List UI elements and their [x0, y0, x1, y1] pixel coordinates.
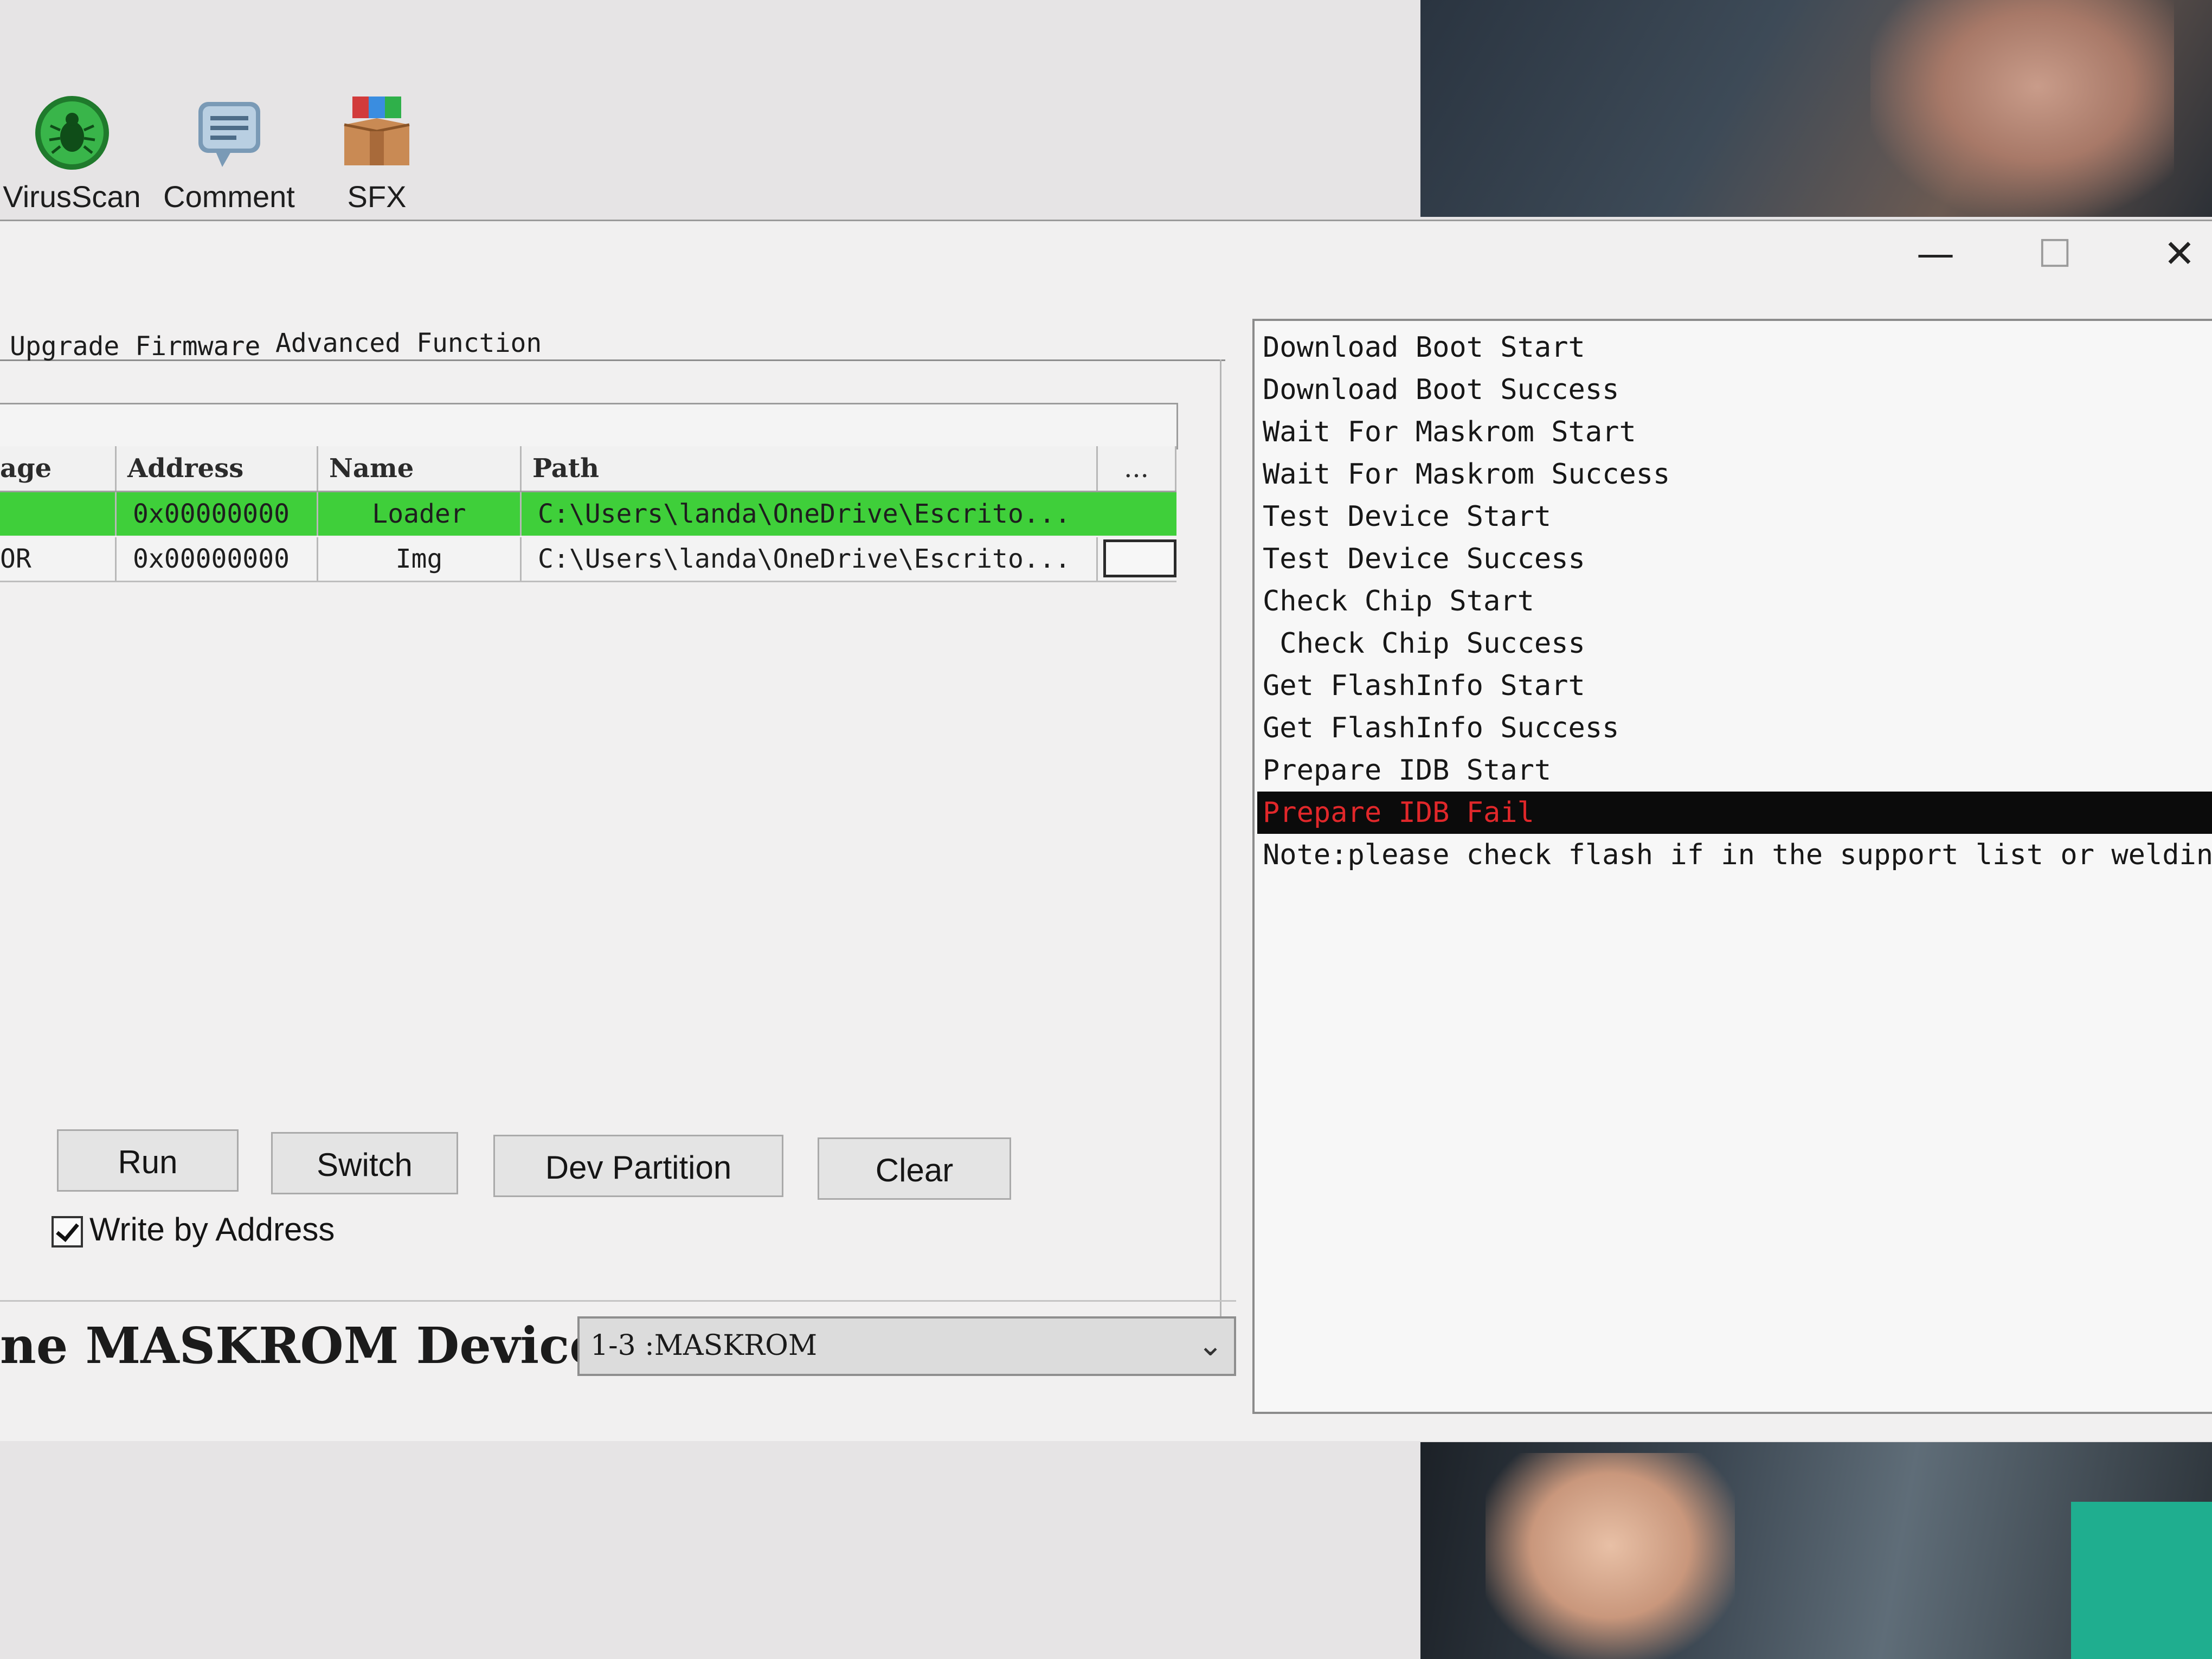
log-line: Download Boot Success — [1263, 374, 1619, 406]
chevron-down-icon[interactable]: ⌄ — [1198, 1319, 1223, 1373]
column-path: Path — [522, 446, 1098, 491]
browse-file-button[interactable] — [1103, 539, 1176, 577]
dev-partition-button[interactable]: Dev Partition — [493, 1135, 783, 1197]
wallpaper-hand — [1870, 0, 2174, 217]
grid-header: age Address Name Path ... — [0, 446, 1176, 492]
cell-name[interactable]: Loader — [318, 492, 522, 536]
cell-storage: OR — [0, 537, 117, 581]
toolbar-label: Comment — [163, 179, 295, 214]
minimize-button[interactable]: — — [1911, 232, 1960, 275]
column-address: Address — [117, 446, 318, 491]
log-line: Get FlashInfo Success — [1263, 712, 1619, 744]
log-line: Check Chip Success — [1263, 627, 1585, 660]
log-line: Check Chip Start — [1263, 585, 1534, 618]
comment-icon — [189, 92, 270, 173]
table-row[interactable]: 0x00000000 Loader C:\Users\landa\OneDriv… — [0, 492, 1176, 536]
toolbar-label: SFX — [347, 179, 407, 214]
wallpaper-teal-panel — [2071, 1502, 2212, 1659]
partition-grid: age Address Name Path ... 0x00000000 Loa… — [0, 403, 1182, 782]
grid-toolbar — [0, 403, 1178, 449]
log-line: Wait For Maskrom Start — [1263, 416, 1636, 448]
switch-button[interactable]: Switch — [271, 1132, 458, 1194]
status-divider — [0, 1300, 1236, 1302]
tab-advanced-function[interactable]: Advanced Function — [275, 328, 542, 358]
log-line: Download Boot Start — [1263, 331, 1585, 364]
log-line-error: Prepare IDB Fail — [1257, 792, 2212, 834]
device-dropdown[interactable]: 1-3 :MASKROM ⌄ — [577, 1316, 1236, 1376]
toolbar-label: VirusScan — [3, 179, 141, 214]
write-by-address-label: Write by Address — [89, 1211, 335, 1248]
tab-strip: Upgrade Firmware Advanced Function — [0, 327, 1225, 362]
run-button[interactable]: Run — [57, 1129, 239, 1192]
window-titlebar: — ☐ ✕ — [0, 221, 2212, 286]
table-row[interactable]: OR 0x00000000 Img C:\Users\landa\OneDriv… — [0, 537, 1176, 582]
device-dropdown-value: 1-3 :MASKROM — [590, 1329, 818, 1362]
cell-name[interactable]: Img — [318, 537, 522, 581]
device-status-text: ne MASKROM Device — [0, 1316, 601, 1375]
grid-frame-divider — [1220, 359, 1221, 1346]
log-line: Test Device Start — [1263, 500, 1552, 533]
toolbar-sfx[interactable]: SFX — [317, 92, 436, 214]
cell-address[interactable]: 0x00000000 — [117, 492, 318, 536]
column-name: Name — [318, 446, 522, 491]
maximize-button[interactable]: ☐ — [2030, 232, 2079, 275]
cell-storage — [0, 492, 117, 536]
log-line: Note:please check flash if in the suppor… — [1263, 839, 2212, 871]
sfx-package-icon — [336, 92, 417, 173]
flash-tool-window: — ☐ ✕ Upgrade Firmware Advanced Function… — [0, 220, 2212, 1441]
log-line: Wait For Maskrom Success — [1263, 458, 1670, 491]
cell-path[interactable]: C:\Users\landa\OneDrive\Escrito... — [522, 537, 1098, 581]
write-by-address-checkbox[interactable] — [52, 1216, 83, 1248]
bug-shield-icon — [31, 92, 113, 173]
log-line: Get FlashInfo Start — [1263, 670, 1585, 702]
tab-upgrade-firmware[interactable]: Upgrade Firmware — [10, 331, 260, 362]
cell-path[interactable]: C:\Users\landa\OneDrive\Escrito... — [522, 492, 1176, 536]
column-browse: ... — [1098, 446, 1176, 491]
wallpaper-child — [1486, 1453, 1735, 1659]
write-by-address-option[interactable]: Write by Address — [52, 1208, 335, 1251]
toolbar-virusscan[interactable]: VirusScan — [3, 92, 141, 214]
column-storage: age — [0, 446, 117, 491]
log-line: Test Device Success — [1263, 543, 1585, 575]
clear-button[interactable]: Clear — [818, 1137, 1011, 1200]
log-panel[interactable]: Download Boot Start Download Boot Succes… — [1252, 319, 2212, 1414]
toolbar-comment[interactable]: Comment — [157, 92, 301, 214]
close-button[interactable]: ✕ — [2155, 232, 2204, 275]
log-line: Prepare IDB Start — [1263, 754, 1552, 787]
cell-address[interactable]: 0x00000000 — [117, 537, 318, 581]
